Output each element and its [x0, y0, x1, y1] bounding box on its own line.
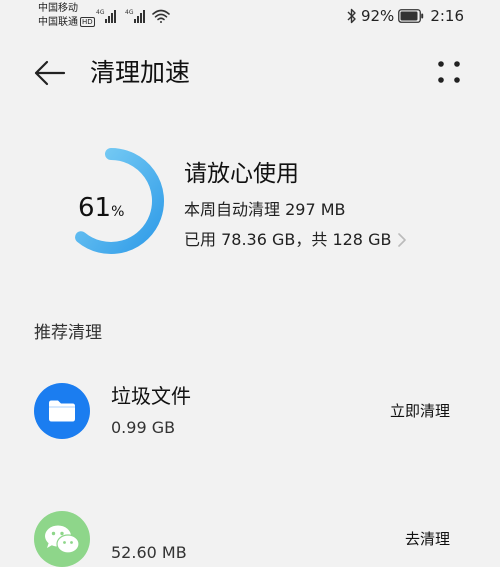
- bluetooth-icon: [347, 8, 356, 24]
- more-options-button[interactable]: [432, 58, 466, 88]
- hd-badge: HD: [80, 17, 95, 27]
- storage-status-title: 请放心使用: [184, 161, 299, 187]
- page-title: 清理加速: [90, 58, 191, 87]
- storage-usage-text: 已用 78.36 GB，共 128 GB: [184, 230, 392, 249]
- junk-files-size: 0.99 GB: [111, 418, 176, 437]
- wechat-icon-badge: [34, 511, 90, 567]
- storage-usage-link[interactable]: 已用 78.36 GB，共 128 GB: [184, 228, 407, 252]
- signal-icon: 4G: [96, 9, 116, 23]
- go-clean-button[interactable]: 去清理: [405, 529, 450, 549]
- clock-time: 2:16: [430, 7, 464, 25]
- network-type-2: 4G: [125, 9, 134, 16]
- chevron-right-icon: [398, 233, 407, 247]
- junk-files-title: 垃圾文件: [111, 384, 191, 408]
- storage-percent-unit: %: [111, 204, 125, 220]
- junk-files-icon-badge: [34, 383, 90, 439]
- back-button[interactable]: [28, 57, 68, 89]
- storage-percent-value: 61: [78, 193, 112, 223]
- weekly-cleanup-text: 本周自动清理 297 MB: [184, 200, 346, 219]
- wechat-cache-size: 52.60 MB: [111, 543, 187, 562]
- carrier-label-2: 中国联通: [38, 17, 78, 28]
- signal-indicators: 4G 4G: [96, 8, 176, 24]
- clean-now-button[interactable]: 立即清理: [390, 401, 450, 421]
- carrier-name-1: 中国移动: [38, 3, 78, 14]
- battery-percent: 92%: [360, 7, 395, 25]
- back-arrow-icon: [34, 60, 66, 86]
- battery-icon: [398, 9, 424, 23]
- network-type-1: 4G: [96, 9, 105, 16]
- folder-icon: [49, 400, 75, 422]
- more-dots-icon: [438, 61, 460, 83]
- wechat-icon: [45, 525, 80, 554]
- storage-percent: 61%: [78, 194, 124, 226]
- signal-icon: 4G: [125, 9, 145, 23]
- status-right: 92% 2:16: [347, 6, 464, 26]
- section-title-recommended: 推荐清理: [34, 323, 102, 343]
- carrier-name-2: 中国联通 HD: [38, 17, 95, 29]
- wifi-icon: [152, 9, 170, 23]
